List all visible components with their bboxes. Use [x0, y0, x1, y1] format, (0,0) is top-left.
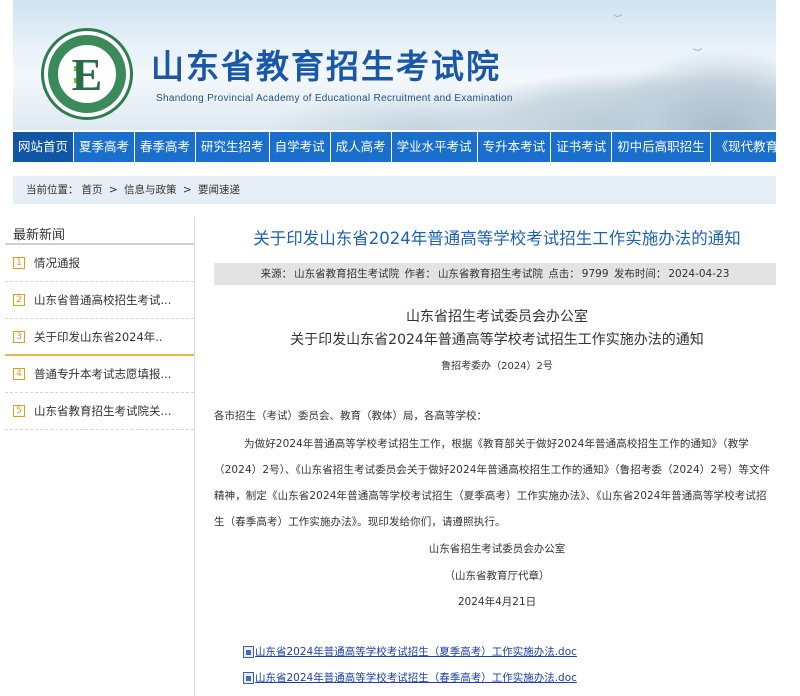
sidebar-title: 最新新闻: [5, 217, 194, 245]
nav-item-spring-exam[interactable]: 春季高考: [135, 132, 197, 162]
meta-author: 山东省教育招生考试院: [437, 268, 543, 280]
news-index-badge: 5: [13, 405, 25, 417]
breadcrumb-separator: >: [108, 184, 118, 196]
site-subtitle: Shandong Provincial Academy of Education…: [156, 93, 513, 104]
meta-clicks: 9799: [581, 268, 609, 280]
meta-date-label: 发布时间：: [613, 268, 667, 280]
banner-hill: [593, 50, 776, 130]
article-title: 关于印发山东省2024年普通高等学校考试招生工作实施办法的通知: [253, 229, 741, 248]
nav-item-certificate[interactable]: 证书考试: [551, 132, 613, 162]
news-item-title[interactable]: 关于印发山东省2024年..: [34, 329, 163, 345]
document-number: 鲁招考委办（2024）2号: [441, 361, 553, 372]
nav-item-modern-education[interactable]: 《现代教育》: [711, 132, 796, 162]
document-issuer: 山东省招生考试委员会办公室: [406, 309, 588, 325]
nav-item-adult-exam[interactable]: 成人高考: [331, 132, 392, 162]
logo-letter: E: [71, 48, 103, 100]
breadcrumb-news[interactable]: 要闻速递: [198, 184, 240, 196]
news-index-badge: 2: [13, 294, 25, 306]
nav-item-proficiency[interactable]: 学业水平考试: [392, 132, 478, 162]
meta-source-label: 来源：: [260, 268, 293, 280]
sidebar-news-item[interactable]: 1 情况通报: [5, 245, 194, 282]
breadcrumb-policy[interactable]: 信息与政策: [124, 184, 177, 196]
sidebar-news-item[interactable]: 3 关于印发山东省2024年..: [5, 319, 194, 356]
signature-org: 山东省招生考试委员会办公室: [428, 543, 566, 555]
document-salutation: 各市招生（考试）委员会、教育（教体）局，各高等学校：: [214, 410, 487, 422]
sidebar-latest-news: 最新新闻 1 情况通报 2 山东省普通高校招生考试... 3 关于印发山东省20…: [5, 217, 195, 696]
breadcrumb-prefix: 当前位置：: [26, 184, 79, 196]
signature-proxy: （山东省教育厅代章）: [444, 570, 550, 582]
article-meta-bar: 来源： 山东省教育招生考试院 作者： 山东省教育招生考试院 点击： 9799 发布时间…: [214, 263, 776, 285]
nav-item-graduate[interactable]: 研究生招考: [196, 132, 270, 162]
site-title[interactable]: 山东省教育招生考试院: [151, 40, 501, 88]
attachment-link[interactable]: 山东省2024年普通高等学校考试招生（夏季高考）工作实施办法.doc: [243, 644, 577, 659]
signature-date: 2024年4月21日: [457, 596, 537, 608]
news-index-badge: 4: [13, 368, 25, 380]
nav-item-vocational[interactable]: 初中后高职招生: [612, 132, 711, 162]
meta-clicks-label: 点击：: [548, 268, 580, 280]
nav-item-summer-exam[interactable]: 夏季高考: [74, 132, 136, 162]
news-item-title[interactable]: 山东省普通高校招生考试...: [34, 292, 171, 308]
sidebar-news-item[interactable]: 4 普通专升本考试志愿填报...: [5, 356, 194, 393]
news-item-title[interactable]: 山东省教育招生考试院关...: [34, 403, 171, 419]
news-item-title[interactable]: 普通专升本考试志愿填报...: [34, 366, 171, 382]
news-index-badge: 3: [13, 330, 25, 343]
word-document-icon: [243, 671, 254, 684]
bird-decoration: ︶: [613, 15, 623, 25]
breadcrumb-separator: >: [182, 184, 192, 196]
word-document-icon: [243, 645, 254, 658]
sidebar-news-item[interactable]: 2 山东省普通高校招生考试...: [5, 282, 194, 319]
meta-date: 2024-04-23: [668, 268, 730, 280]
news-item-title[interactable]: 情况通报: [34, 255, 80, 271]
breadcrumb: 当前位置： 首页 > 信息与政策 > 要闻速递: [13, 176, 776, 204]
attachment-filename[interactable]: 山东省2024年普通高等学校考试招生（夏季高考）工作实施办法.doc: [255, 644, 577, 659]
document-title: 关于印发山东省2024年普通高等学校考试招生工作实施办法的通知: [290, 332, 704, 348]
site-banner: ︶ ︶ E 山东省教育招生考试院 Shandong Provincial Aca…: [13, 0, 776, 130]
document-paragraph: 为做好2024年普通高等学校考试招生工作，根据《教育部关于做好2024年普通高校…: [214, 438, 771, 528]
site-logo[interactable]: E: [41, 28, 133, 120]
nav-item-home[interactable]: 网站首页: [13, 132, 75, 162]
main-nav: 网站首页 夏季高考 春季高考 研究生招考 自学考试 成人高考 学业水平考试 专升…: [13, 132, 791, 162]
meta-author-label: 作者：: [404, 268, 436, 280]
nav-item-self-study[interactable]: 自学考试: [270, 132, 331, 162]
sidebar-news-item[interactable]: 5 山东省教育招生考试院关...: [5, 393, 194, 430]
nav-item-upgrade-exam[interactable]: 专升本考试: [478, 132, 552, 162]
breadcrumb-home[interactable]: 首页: [82, 184, 103, 196]
attachment-link[interactable]: 山东省2024年普通高等学校考试招生（春季高考）工作实施办法.doc: [243, 670, 577, 685]
bird-decoration: ︶: [693, 49, 703, 59]
news-index-badge: 1: [13, 257, 25, 269]
attachment-filename[interactable]: 山东省2024年普通高等学校考试招生（春季高考）工作实施办法.doc: [255, 670, 577, 685]
meta-source: 山东省教育招生考试院: [294, 268, 400, 280]
